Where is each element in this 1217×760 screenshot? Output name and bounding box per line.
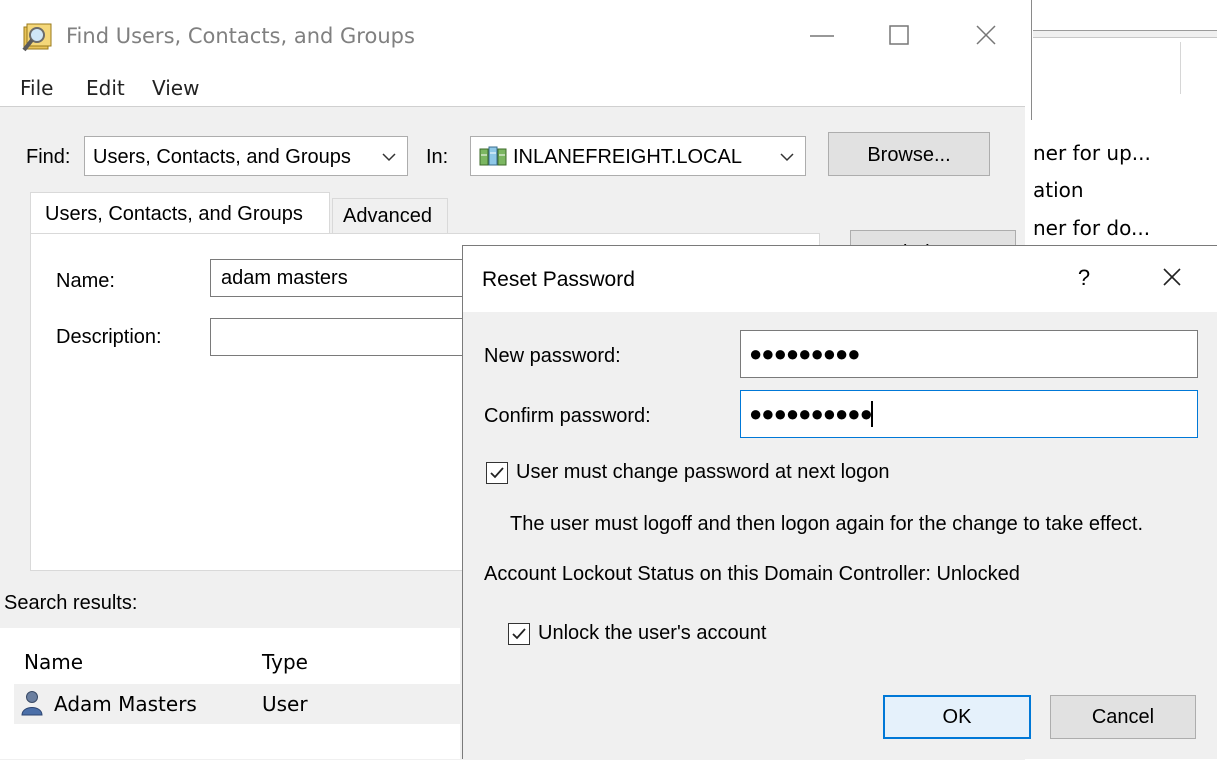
tab-label: Users, Contacts, and Groups xyxy=(45,203,303,225)
chevron-down-icon xyxy=(382,153,396,162)
description-input[interactable] xyxy=(210,318,470,356)
name-label: Name: xyxy=(56,270,115,292)
in-domain-value: INLANEFREIGHT.LOCAL xyxy=(513,146,742,168)
background-text-line: ner for do... xyxy=(1033,216,1151,240)
unlock-account-checkbox[interactable] xyxy=(508,623,530,645)
domain-icon xyxy=(479,146,507,166)
confirm-password-value: ●●●●●●●●●● xyxy=(749,401,873,426)
search-results-label: Search results: xyxy=(4,592,138,614)
column-header-type[interactable]: Type xyxy=(262,650,308,674)
tab-advanced[interactable]: Advanced xyxy=(332,198,448,234)
table-row[interactable]: Adam Masters User xyxy=(14,684,460,724)
close-button[interactable] xyxy=(963,16,1009,56)
find-label: Find: xyxy=(26,146,71,168)
find-type-dropdown[interactable]: Users, Contacts, and Groups xyxy=(84,136,408,176)
tab-label: Advanced xyxy=(343,205,432,227)
unlock-account-label[interactable]: Unlock the user's account xyxy=(538,622,766,645)
menu-view[interactable]: View xyxy=(152,76,199,100)
reset-password-dialog xyxy=(462,245,1217,759)
text-caret xyxy=(871,401,873,427)
result-type: User xyxy=(262,692,308,716)
background-text-line: ation xyxy=(1033,178,1084,202)
confirm-password-label: Confirm password: xyxy=(484,405,651,427)
dialog-close-button[interactable] xyxy=(1150,258,1194,298)
new-password-input[interactable]: ●●●●●●●●● xyxy=(740,330,1198,378)
minimize-button[interactable] xyxy=(800,16,846,56)
result-name: Adam Masters xyxy=(54,692,197,716)
new-password-value: ●●●●●●●●● xyxy=(749,341,861,366)
name-input-value: adam masters xyxy=(221,267,348,289)
tab-users-contacts-groups[interactable]: Users, Contacts, and Groups xyxy=(30,192,330,234)
new-password-label: New password: xyxy=(484,345,621,367)
dialog-title: Reset Password xyxy=(482,268,635,291)
toolbar-strip xyxy=(1033,30,1217,38)
find-users-app-icon xyxy=(20,22,56,54)
column-divider xyxy=(1180,42,1181,94)
confirm-password-input[interactable]: ●●●●●●●●●● xyxy=(740,390,1198,438)
logoff-note: The user must logoff and then logon agai… xyxy=(510,513,1144,535)
ok-button[interactable]: OK xyxy=(883,695,1031,739)
in-label: In: xyxy=(426,146,449,168)
menu-file[interactable]: File xyxy=(20,76,53,100)
menu-edit[interactable]: Edit xyxy=(86,76,125,100)
must-change-password-checkbox[interactable] xyxy=(486,462,508,484)
window-border xyxy=(1031,0,1032,120)
column-header-name[interactable]: Name xyxy=(24,650,83,674)
chevron-down-icon xyxy=(780,153,794,162)
find-type-value: Users, Contacts, and Groups xyxy=(93,146,351,168)
maximize-button[interactable] xyxy=(876,16,922,56)
in-domain-dropdown[interactable]: INLANEFREIGHT.LOCAL xyxy=(470,136,806,176)
browse-button[interactable]: Browse... xyxy=(828,132,990,176)
close-icon xyxy=(1163,268,1181,286)
description-label: Description: xyxy=(56,326,162,348)
must-change-password-label[interactable]: User must change password at next logon xyxy=(516,461,890,484)
window-title: Find Users, Contacts, and Groups xyxy=(66,24,415,48)
help-button[interactable]: ? xyxy=(1064,258,1104,298)
cancel-button[interactable]: Cancel xyxy=(1050,695,1196,739)
user-icon xyxy=(21,691,43,716)
lockout-status: Account Lockout Status on this Domain Co… xyxy=(484,563,1020,585)
checkmark-icon xyxy=(490,467,504,479)
name-input[interactable]: adam masters xyxy=(210,259,470,297)
background-text-line: ner for up... xyxy=(1033,141,1151,165)
checkmark-icon xyxy=(512,628,526,640)
